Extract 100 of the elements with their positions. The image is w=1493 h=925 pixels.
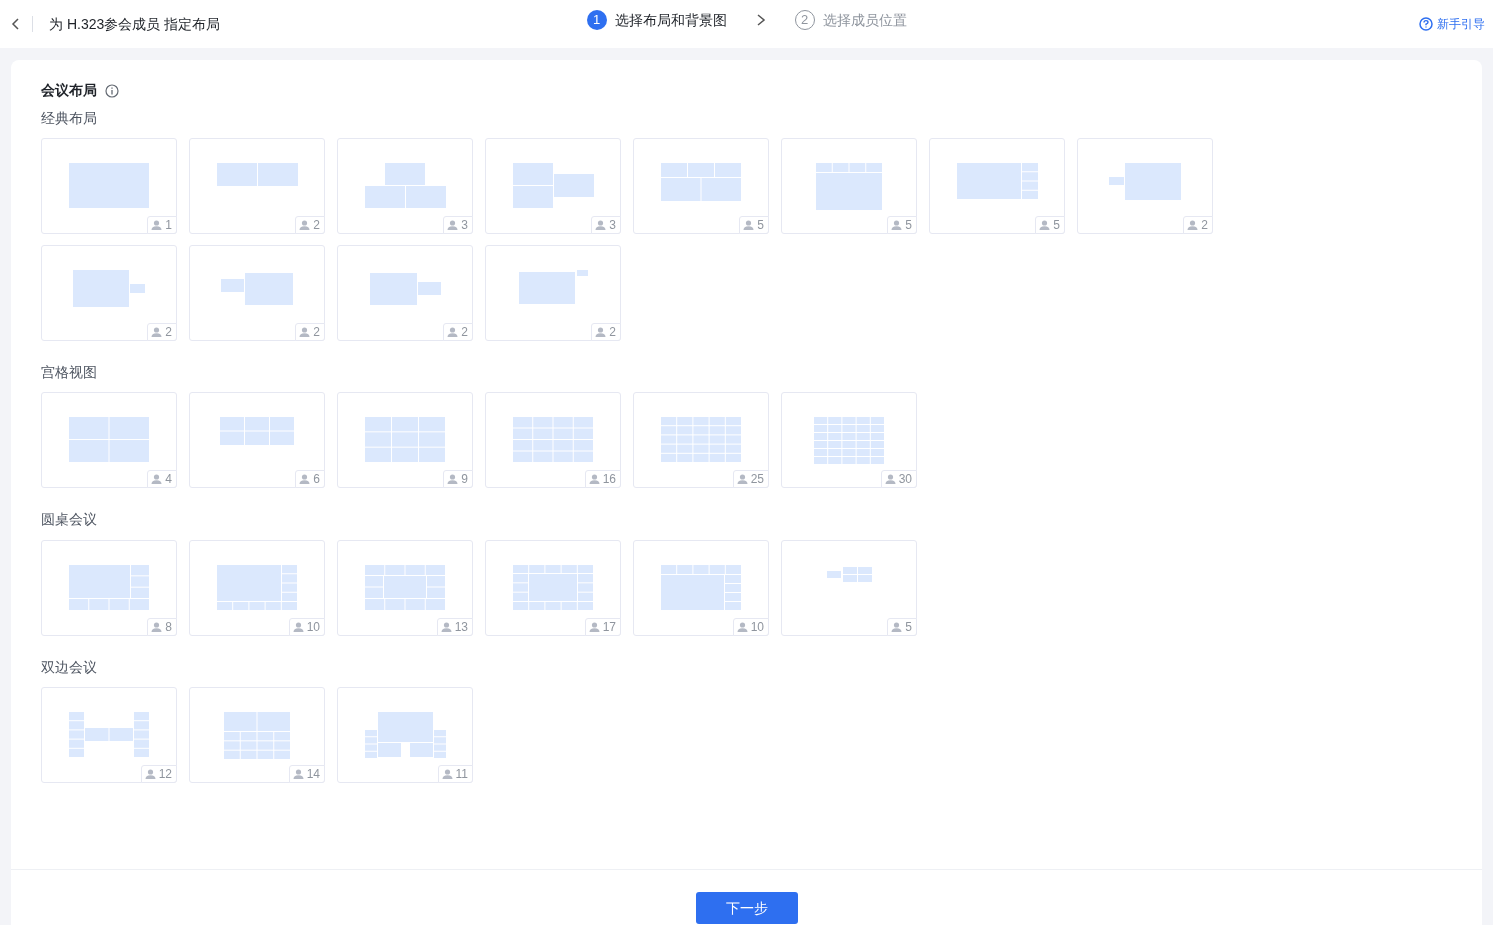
person-icon [151, 327, 163, 338]
section-title: 圆桌会议 [41, 510, 98, 529]
layout-option[interactable]: 30 [781, 392, 917, 489]
member-count: 2 [147, 323, 177, 342]
person-icon [440, 621, 452, 632]
member-count: 2 [1183, 216, 1213, 235]
member-count: 8 [147, 617, 177, 636]
layout-diagram-drawing [73, 270, 145, 308]
layout-option[interactable]: 5 [929, 138, 1065, 235]
person-icon [447, 474, 459, 485]
person-icon [743, 220, 755, 231]
panel-title: 会议布局 [41, 81, 97, 100]
person-icon [891, 220, 903, 231]
member-count: 1 [147, 216, 177, 235]
member-count: 11 [437, 764, 473, 783]
layout-option[interactable]: 3 [337, 138, 473, 235]
layout-option[interactable]: 5 [781, 539, 917, 636]
layout-option[interactable]: 4 [41, 392, 177, 489]
layout-option[interactable]: 2 [189, 138, 325, 235]
layout-option[interactable]: 25 [633, 392, 769, 489]
person-icon [151, 621, 163, 632]
layout-diagram-drawing [826, 564, 872, 582]
step: 1 选择布局和背景图 [586, 9, 727, 31]
person-icon [151, 220, 163, 231]
member-count: 2 [295, 216, 325, 235]
member-count: 10 [732, 617, 769, 636]
section-title: 经典布局 [41, 109, 98, 128]
member-count: 10 [288, 617, 325, 636]
member-count: 6 [295, 470, 325, 489]
help-icon [1419, 17, 1433, 31]
layout-option[interactable]: 12 [41, 686, 177, 783]
layout-diagram-drawing [814, 417, 884, 465]
layout-option[interactable]: 5 [781, 138, 917, 235]
layout-diagram-drawing [221, 270, 293, 306]
layout-diagram-drawing [1109, 163, 1181, 201]
info-icon[interactable] [105, 83, 119, 98]
person-icon [884, 474, 896, 485]
member-count: 3 [443, 216, 473, 235]
member-count: 2 [443, 323, 473, 342]
person-icon [447, 220, 459, 231]
layout-option[interactable]: 2 [1077, 138, 1213, 235]
person-icon [299, 220, 311, 231]
layout-option[interactable]: 6 [189, 392, 325, 489]
member-count: 9 [443, 470, 473, 489]
member-count: 13 [436, 617, 473, 636]
member-count: 4 [147, 470, 177, 489]
member-count: 2 [591, 323, 621, 342]
layout-option[interactable]: 13 [337, 539, 473, 636]
layout-option[interactable]: 10 [189, 539, 325, 636]
person-icon [299, 474, 311, 485]
layout-diagram-drawing [816, 163, 882, 211]
member-count: 17 [584, 617, 621, 636]
person-icon [1187, 220, 1199, 231]
person-icon [144, 768, 156, 779]
person-icon [736, 621, 748, 632]
member-count: 16 [584, 470, 621, 489]
member-count: 30 [880, 470, 917, 489]
person-icon [447, 327, 459, 338]
layout-diagram-drawing [224, 711, 290, 759]
member-count: 5 [739, 216, 769, 235]
layout-option[interactable]: 17 [485, 539, 621, 636]
layout-option[interactable]: 2 [337, 245, 473, 342]
section-title: 宫格视图 [41, 363, 98, 382]
layout-option[interactable]: 8 [41, 539, 177, 636]
layout-option[interactable]: 10 [633, 539, 769, 636]
person-icon [595, 220, 607, 231]
layout-option[interactable]: 2 [189, 245, 325, 342]
person-icon [299, 327, 311, 338]
member-count: 5 [1035, 216, 1065, 235]
layout-option[interactable]: 3 [485, 138, 621, 235]
person-icon [891, 621, 903, 632]
layout-option[interactable]: 2 [41, 245, 177, 342]
guide-link[interactable]: 新手引导 [1419, 15, 1485, 33]
layout-option[interactable]: 14 [189, 686, 325, 783]
person-icon [595, 327, 607, 338]
section-title: 双边会议 [41, 657, 98, 676]
layout-option[interactable]: 2 [485, 245, 621, 342]
member-count: 2 [295, 323, 325, 342]
layout-option[interactable]: 1 [41, 138, 177, 235]
member-count: 25 [732, 470, 769, 489]
step: 2 选择成员位置 [794, 9, 907, 31]
member-count: 3 [591, 216, 621, 235]
person-icon [151, 474, 163, 485]
person-icon [736, 474, 748, 485]
person-icon [292, 621, 304, 632]
member-count: 12 [140, 764, 177, 783]
person-icon [1039, 220, 1051, 231]
layout-diagram-drawing [518, 270, 588, 305]
layout-option[interactable]: 9 [337, 392, 473, 489]
layout-option[interactable]: 16 [485, 392, 621, 489]
layout-option[interactable]: 11 [337, 686, 473, 783]
person-icon [292, 768, 304, 779]
next-button[interactable]: 下一步 [695, 892, 798, 924]
member-count: 5 [887, 617, 917, 636]
page-title: 为 H.323参会成员 指定布局 [49, 14, 221, 34]
member-count: 14 [288, 764, 325, 783]
member-count: 5 [887, 216, 917, 235]
layout-option[interactable]: 5 [633, 138, 769, 235]
person-icon [441, 768, 453, 779]
person-icon [588, 621, 600, 632]
